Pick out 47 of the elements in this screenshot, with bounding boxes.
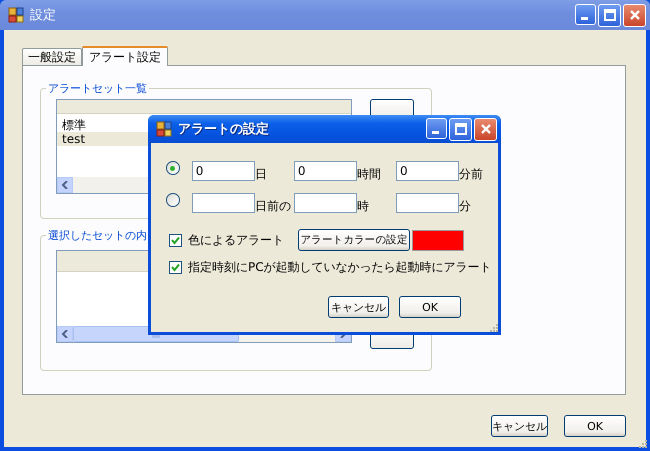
check-icon xyxy=(171,236,180,244)
minimize-icon xyxy=(432,130,439,134)
close-button[interactable] xyxy=(474,118,497,140)
minimize-button[interactable] xyxy=(575,4,596,24)
checkbox[interactable] xyxy=(169,234,182,246)
ok-button[interactable]: OK xyxy=(564,415,626,437)
resize-grip-icon xyxy=(488,322,498,332)
group-title: 選択したセットの内 xyxy=(47,228,148,243)
maximize-button[interactable] xyxy=(598,4,621,26)
checkbox[interactable] xyxy=(169,261,182,274)
close-button[interactable] xyxy=(623,4,646,26)
close-icon xyxy=(480,123,492,135)
unit-label: 日前の xyxy=(254,199,291,213)
group-title: アラートセット一覧 xyxy=(47,81,148,96)
maximize-icon xyxy=(454,123,466,135)
input-field[interactable] xyxy=(294,193,357,213)
unit-label: 時 xyxy=(356,199,369,213)
app-icon xyxy=(156,121,172,137)
checkbox-label: 指定時刻にPCが起動していなかったら起動時にアラート xyxy=(188,259,492,276)
app-icon xyxy=(8,7,24,23)
window-title: アラートの設定 xyxy=(178,120,270,138)
input-field[interactable] xyxy=(192,193,255,213)
cancel-button[interactable]: キャンセル xyxy=(328,296,389,318)
minimize-button[interactable] xyxy=(426,118,447,138)
checkbox-label: 色によるアラート xyxy=(188,232,285,248)
radio-button[interactable] xyxy=(166,193,180,207)
maximize-button[interactable] xyxy=(449,118,472,140)
maximize-icon xyxy=(604,9,616,21)
check-icon xyxy=(171,263,180,272)
ok-button[interactable]: OK xyxy=(399,296,461,318)
input-field[interactable]: 0 xyxy=(294,161,357,181)
radio-button[interactable] xyxy=(166,161,180,175)
cancel-button[interactable]: キャンセル xyxy=(491,415,548,437)
color-button[interactable]: アラートカラーの設定 xyxy=(298,229,410,251)
close-icon xyxy=(628,9,640,21)
unit-label: 日 xyxy=(254,167,267,181)
input-field[interactable]: 0 xyxy=(192,161,255,181)
unit-label: 分前 xyxy=(458,167,483,181)
minimize-icon xyxy=(581,16,588,20)
resize-grip-icon xyxy=(637,438,647,448)
input-field[interactable] xyxy=(396,193,459,213)
tab[interactable]: アラート設定 xyxy=(82,46,168,66)
input-field[interactable]: 0 xyxy=(396,161,459,181)
unit-label: 分 xyxy=(458,199,471,213)
window-title: 設定 xyxy=(30,7,57,24)
tab[interactable]: 一般設定 xyxy=(22,48,82,65)
unit-label: 時間 xyxy=(356,167,381,181)
